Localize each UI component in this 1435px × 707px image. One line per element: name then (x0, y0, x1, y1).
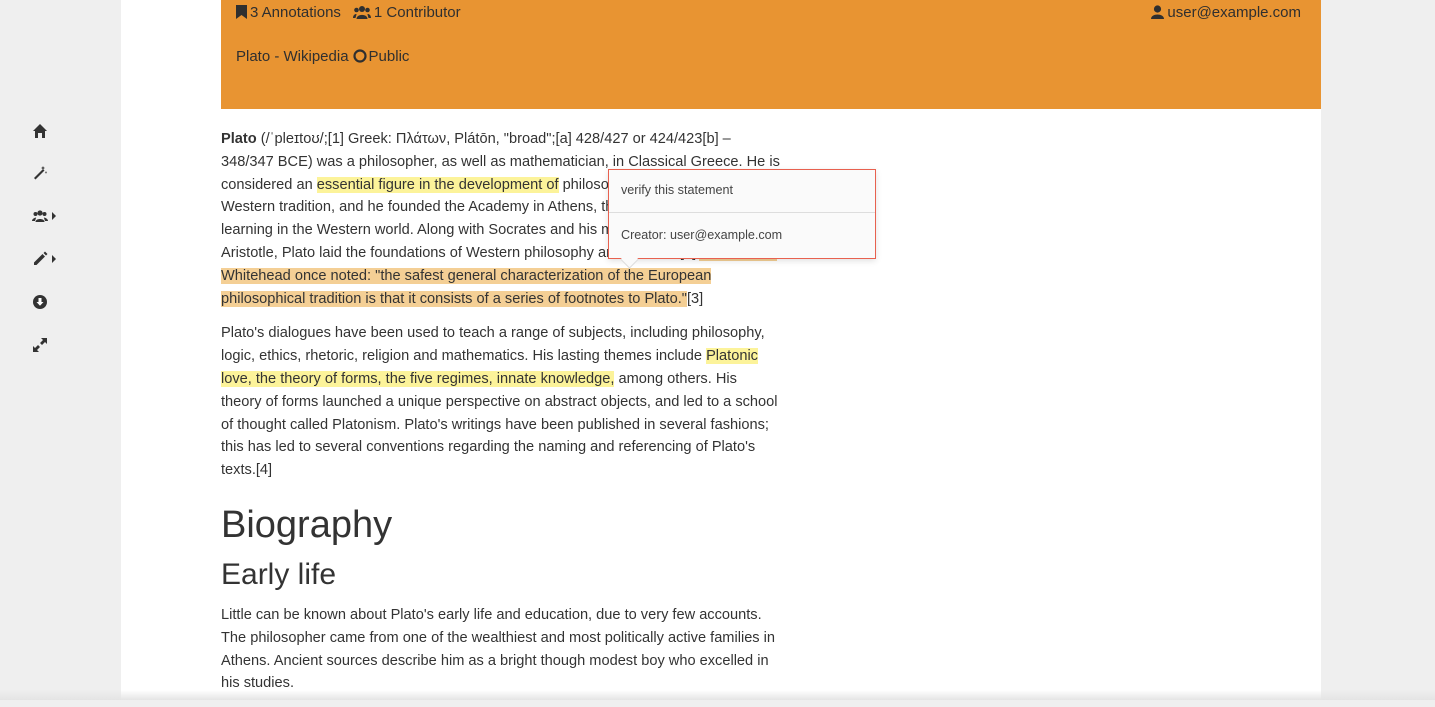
dialogues-paragraph: Plato's dialogues have been used to teac… (221, 322, 781, 482)
download-circle-icon (33, 295, 47, 309)
contributors-menu-button[interactable] (32, 204, 72, 228)
early-life-paragraph: Little can be known about Plato's early … (221, 606, 776, 692)
circle-icon (352, 49, 367, 63)
source-title[interactable]: Plato - Wikipedia (236, 48, 349, 65)
expand-icon (33, 338, 47, 352)
annotation-creator: Creator: user@example.com (621, 228, 783, 242)
users-icon (32, 210, 48, 222)
citation[interactable]: [3] (687, 291, 703, 307)
source-info: Plato - Wikipedia Public (236, 45, 409, 67)
visibility-label[interactable]: Public (369, 48, 410, 65)
article-subject: Plato (221, 131, 257, 147)
magic-wand-icon (34, 166, 47, 180)
annotations-count[interactable]: 3 Annotations (236, 4, 341, 21)
user-menu[interactable]: user@example.com (1151, 1, 1301, 23)
caret-right-icon (52, 255, 56, 263)
home-button[interactable] (32, 119, 72, 143)
header-stats: 3 Annotations 1 Contributor (236, 1, 473, 23)
fullscreen-button[interactable] (32, 333, 72, 357)
magic-wand-button[interactable] (32, 161, 72, 185)
annotation-popup: verify this statement Creator: user@exam… (608, 169, 876, 269)
popup-divider (609, 212, 875, 213)
pencil-icon (34, 251, 48, 265)
user-icon (1151, 5, 1165, 19)
pencil-menu-button[interactable] (32, 247, 72, 271)
bottom-shadow (0, 690, 1435, 700)
text-segment: among others. His theory of forms launch… (221, 370, 778, 479)
download-button[interactable] (32, 290, 72, 314)
users-icon (352, 6, 371, 19)
home-icon (33, 124, 47, 138)
contributors-count-label: 1 Contributor (373, 3, 461, 21)
section-heading-early-life: Early life (221, 557, 337, 591)
bookmark-icon (236, 5, 247, 19)
annotation-header: 3 Annotations 1 Contributor user@example… (221, 0, 1321, 109)
contributors-count[interactable]: 1 Contributor (352, 3, 461, 21)
section-heading-biography: Biography (221, 503, 393, 546)
user-email: user@example.com (1167, 3, 1301, 21)
text-segment: Plato's dialogues have been used to teac… (221, 325, 765, 365)
annotation-toolbar (0, 0, 120, 700)
annotation-highlight[interactable]: essential figure in the development of (316, 176, 559, 193)
annotations-count-label: 3 Annotations (250, 3, 341, 21)
annotation-text: verify this statement (621, 183, 733, 197)
caret-right-icon (52, 212, 56, 220)
